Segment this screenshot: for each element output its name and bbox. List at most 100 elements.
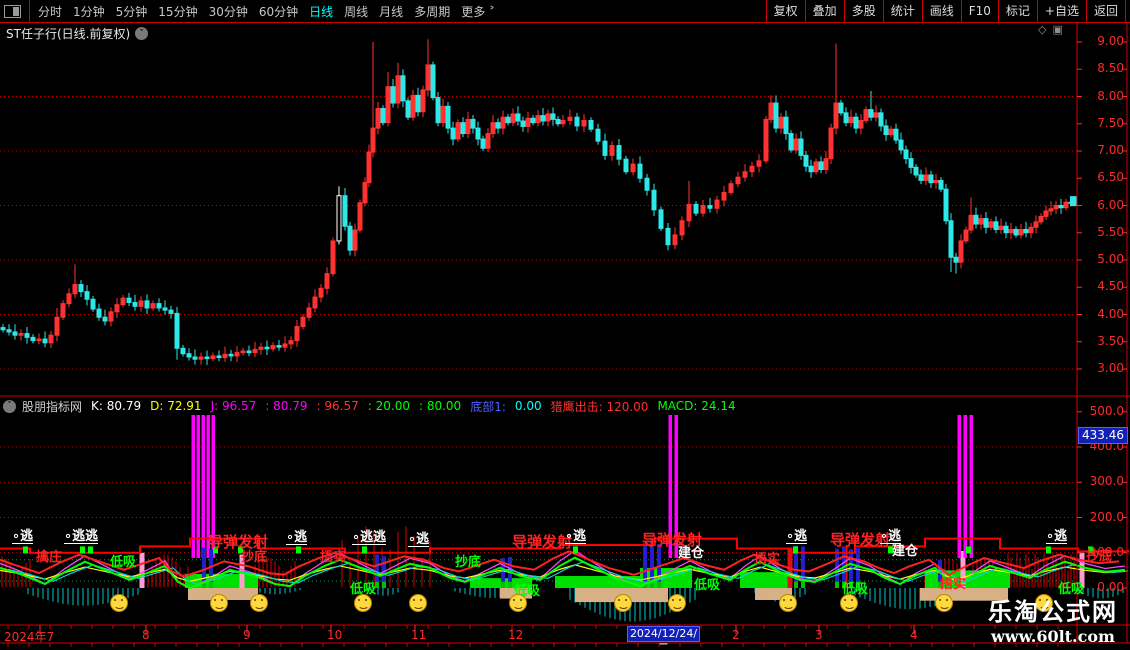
period-tab-更多 ˃[interactable]: 更多 ˃ (461, 3, 495, 20)
signal-label: 捂实 (754, 552, 781, 567)
signal-label: 导弹发射 (208, 533, 269, 551)
xaxis-month-label: 8 (142, 628, 150, 642)
price-axis-label: 7.00 (1097, 143, 1124, 157)
indicator-value-4: : 80.79 (265, 399, 308, 413)
signal-label: ∘逃 (286, 530, 308, 545)
watermark-site-url: www.60lt.com (991, 627, 1115, 646)
xaxis-selected-date: 2024/12/24/二 (627, 626, 700, 650)
signal-label: 擒庄 (36, 550, 63, 565)
period-tab-5分钟[interactable]: 5分钟 (116, 3, 148, 20)
indicator-value-8: 底部1: (470, 399, 506, 414)
price-axis-label: 8.50 (1097, 61, 1124, 76)
period-tab-30分钟[interactable]: 30分钟 (209, 3, 248, 20)
toolbar-button-统计[interactable]: 统计 (882, 0, 922, 22)
period-tab-1分钟[interactable]: 1分钟 (73, 3, 105, 20)
smiley-face-icon (110, 594, 128, 612)
signal-label: 低吸 (694, 578, 721, 593)
indicator-value-1: K: 80.79 (91, 399, 142, 413)
smiley-face-icon (614, 594, 632, 612)
price-axis-label: 6.50 (1097, 170, 1124, 185)
toolbar-button-复权[interactable]: 复权 (765, 0, 805, 22)
indicator-value-highlight: 433.46 (1078, 427, 1128, 445)
signal-label: ∘逃 (565, 529, 587, 544)
xaxis-month-label: 9 (243, 628, 251, 642)
price-axis-label: 7.50 (1097, 115, 1124, 130)
signal-label: 抄底 (1086, 549, 1113, 564)
signal-label: 捂实 (940, 577, 967, 592)
layout-split-icon[interactable] (4, 4, 21, 18)
chart-corner-icons[interactable]: ◇▣ (1038, 23, 1069, 36)
toolbar-button-标记[interactable]: 标记 (997, 0, 1037, 22)
period-tab-多周期[interactable]: 多周期 (414, 3, 450, 20)
app-window: 分时 1分钟 5分钟 15分钟 30分钟 60分钟 日线 周线 月线 多周期 更多 ˃ 复权 叠加 多股… (0, 0, 1130, 650)
smiley-face-icon (668, 594, 686, 612)
symbol-title: ST任子行(日线.前复权) (6, 27, 131, 41)
chart-canvas (0, 22, 1130, 647)
signal-label: 抄底 (241, 550, 268, 565)
smiley-face-icon (210, 594, 228, 612)
signal-label: 建仓 (892, 544, 919, 559)
signal-label: ∘逃逃 (64, 529, 99, 544)
indicator-value-6: : 20.00 (367, 399, 410, 413)
signal-label: 低吸 (110, 555, 137, 570)
price-axis-label: 4.50 (1097, 279, 1124, 294)
period-tab-分时[interactable]: 分时 (38, 3, 62, 20)
price-axis-label: 4.00 (1097, 306, 1124, 321)
price-axis-label: 6.00 (1097, 197, 1124, 212)
watermark: 乐淘公式网 www.60lt.com (988, 592, 1118, 646)
xaxis-month-label: 2024年7 (4, 630, 55, 644)
toolbar-button-返回[interactable]: 返回 (1085, 0, 1126, 22)
price-axis-label: 3.00 (1097, 361, 1124, 375)
signal-label: ∘逃 (12, 529, 34, 544)
indicator-value-0: 股朋指标网 (22, 399, 83, 414)
smiley-face-icon (779, 594, 797, 612)
indicator-axis-label: 300.0 (1089, 474, 1124, 489)
toolbar-button-F10[interactable]: F10 (960, 0, 998, 22)
indicator-axis-label: 200.0 (1089, 509, 1124, 524)
indicator-header: ˅ 股朋指标网 K: 80.79 D: 72.91 J: 96.57 : 80.79 : … (3, 398, 745, 414)
period-tab-周线[interactable]: 周线 (344, 3, 368, 20)
indicator-axis-label: 500.0 (1089, 403, 1124, 418)
period-tab-日线[interactable]: 日线 (309, 3, 333, 20)
chevron-down-icon[interactable]: ˅ (135, 27, 149, 40)
price-axis-label: 5.00 (1097, 252, 1124, 266)
indicator-chevron-icon[interactable]: ˅ (3, 399, 16, 413)
toolbar-divider (29, 0, 30, 22)
signal-label: 抄底 (455, 555, 482, 570)
signal-label: 建仓 (678, 546, 705, 561)
toolbar-button-画线[interactable]: 画线 (921, 0, 961, 22)
period-tab-15分钟[interactable]: 15分钟 (158, 3, 197, 20)
signal-label: ∘逃逃 (352, 530, 387, 545)
xaxis-month-label: 10 (327, 628, 343, 642)
indicator-value-7: : 80.00 (418, 399, 462, 413)
xaxis-month-label: 4 (910, 628, 918, 642)
period-tab-60分钟[interactable]: 60分钟 (259, 3, 298, 20)
indicator-value-9: 0.00 (514, 399, 542, 413)
smiley-face-icon (840, 594, 858, 612)
period-menu: 分时 1分钟 5分钟 15分钟 30分钟 60分钟 日线 周线 月线 多周期 更多 ˃ (38, 3, 506, 20)
xaxis-month-label: 11 (411, 628, 427, 642)
indicator-value-11: MACD: 24.14 (657, 399, 736, 413)
price-axis-label: 5.50 (1097, 224, 1124, 239)
signal-label: ∘逃 (1046, 529, 1068, 544)
period-tab-月线[interactable]: 月线 (379, 3, 403, 20)
xaxis-month-label: 3 (815, 628, 823, 642)
price-axis-label: 3.50 (1097, 333, 1124, 348)
indicator-value-3: J: 96.57 (210, 399, 257, 413)
price-axis-label: 8.00 (1097, 88, 1124, 103)
toolbar-button-叠加[interactable]: 叠加 (804, 0, 844, 22)
toolbar-button-多股[interactable]: 多股 (843, 0, 883, 22)
toolbar: 分时 1分钟 5分钟 15分钟 30分钟 60分钟 日线 周线 月线 多周期 更多 ˃ 复权 叠加 多股… (0, 0, 1130, 23)
smiley-face-icon (935, 594, 953, 612)
signal-label: ∘逃 (786, 529, 808, 544)
xaxis-month-label: 2 (732, 628, 740, 642)
xaxis-month-label: 12 (508, 628, 524, 642)
toolbar-actions: 复权 叠加 多股 统计 画线 F10 标记 +自选 返回 (765, 0, 1126, 22)
indicator-value-5: : 96.57 (316, 399, 359, 413)
signal-label: 导弹发射 (512, 533, 573, 551)
smiley-face-icon (250, 594, 268, 612)
indicator-value-2: D: 72.91 (150, 399, 202, 413)
smiley-face-icon (509, 594, 527, 612)
toolbar-button-+自选[interactable]: +自选 (1036, 0, 1086, 22)
watermark-site-name: 乐淘公式网 (988, 598, 1118, 626)
